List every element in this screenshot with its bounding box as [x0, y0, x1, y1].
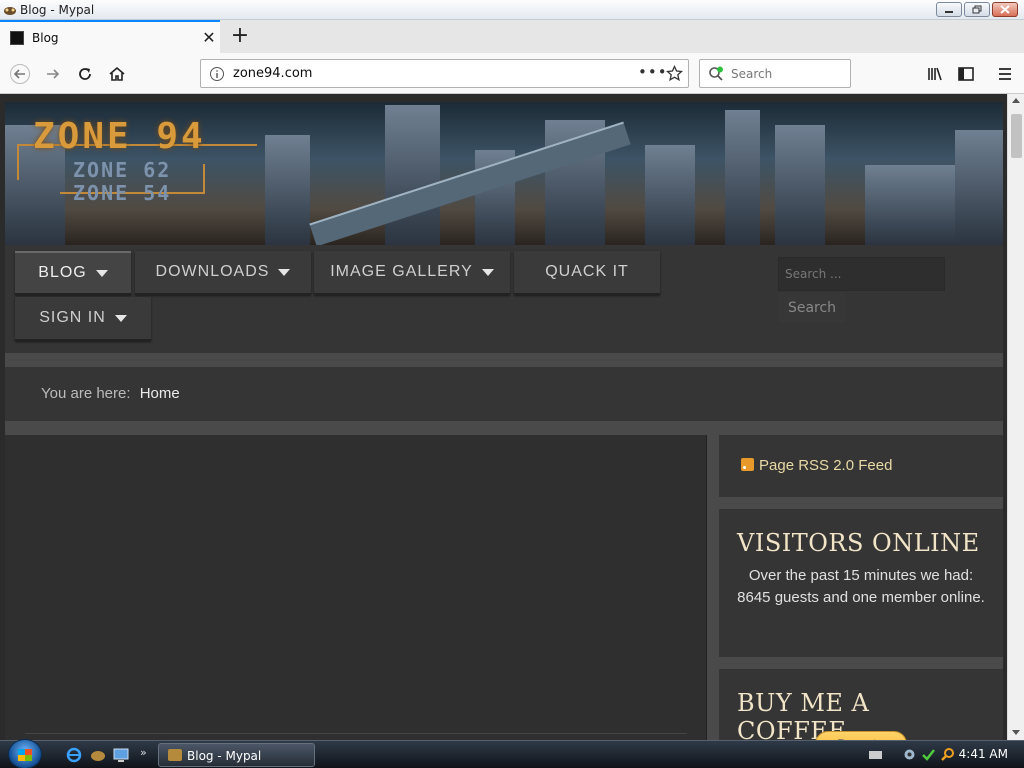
site-search-button[interactable]: Search [778, 293, 846, 323]
library-button[interactable] [922, 61, 948, 87]
restore-button[interactable] [964, 2, 990, 17]
forward-arrow-icon [47, 69, 60, 79]
column-gap [707, 435, 719, 740]
quicklaunch-overflow-icon[interactable]: » [140, 746, 147, 759]
breadcrumb-prefix: You are here: [41, 385, 131, 402]
clock[interactable]: 4:41 AM [959, 747, 1008, 761]
address-bar[interactable]: zone94.com ••• [200, 59, 689, 88]
rss-icon [741, 458, 754, 471]
menu-label: QUACK IT [545, 263, 629, 280]
main-menu: BLOG DOWNLOADS IMAGE GALLERY QUACK IT SI… [5, 245, 1003, 353]
reload-icon [79, 68, 91, 80]
reload-button[interactable] [72, 61, 98, 87]
mypal-quicklaunch-icon[interactable] [90, 747, 106, 763]
logo-subtitle-1: ZONE 62 [73, 158, 172, 182]
caret-down-icon [278, 268, 291, 276]
menu-item-sign-in[interactable]: SIGN IN [15, 297, 151, 341]
forward-button[interactable] [40, 61, 66, 87]
restore-icon [972, 5, 982, 14]
window-title-bar: Blog - Mypal [0, 0, 1024, 20]
task-label: Blog - Mypal [187, 749, 262, 763]
visitors-title: VISITORS ONLINE [737, 529, 980, 557]
library-icon [928, 67, 942, 81]
breadcrumb: You are here: Home [5, 367, 1003, 421]
menu-item-blog[interactable]: BLOG [15, 251, 131, 295]
url-text[interactable]: zone94.com [233, 66, 312, 81]
menu-label: IMAGE GALLERY [330, 263, 473, 280]
mypal-app-icon [168, 749, 182, 761]
visitors-online-module: VISITORS ONLINE Over the past 15 minutes… [719, 509, 1003, 657]
scroll-up-icon[interactable] [1012, 98, 1020, 103]
taskbar-item-blog-mypal[interactable]: Blog - Mypal [158, 743, 315, 767]
minimize-icon [945, 10, 953, 13]
menu-item-image-gallery[interactable]: IMAGE GALLERY [314, 251, 510, 295]
caret-down-icon [95, 269, 108, 277]
donate-button[interactable]: Donate [815, 731, 907, 740]
sidebar-icon [958, 67, 974, 81]
divider [719, 497, 1003, 509]
menu-item-quack-it[interactable]: QUACK IT [514, 251, 660, 295]
site-header-banner: ZONE 94 ZONE 62 ZONE 54 [5, 102, 1003, 245]
favicon [10, 30, 24, 45]
back-arrow-icon [10, 64, 30, 84]
close-icon [1000, 5, 1010, 14]
scroll-thumb[interactable] [1011, 114, 1022, 158]
divider [5, 421, 1003, 435]
navigation-toolbar: zone94.com ••• Search [0, 53, 1024, 94]
tab-label: Blog [32, 30, 59, 45]
search-tray-icon[interactable] [940, 747, 955, 762]
close-window-button[interactable] [992, 2, 1018, 17]
site-logo[interactable]: ZONE 94 [33, 116, 206, 157]
window-title: Blog - Mypal [20, 3, 95, 17]
logo-subtitle-2: ZONE 54 [73, 181, 172, 205]
caret-down-icon [481, 268, 494, 276]
search-placeholder: Search [731, 67, 773, 81]
main-content [5, 435, 707, 740]
breadcrumb-current: Home [139, 385, 180, 402]
content-divider [25, 733, 687, 734]
search-engine-icon [709, 66, 723, 81]
back-button[interactable] [7, 61, 33, 87]
menu-item-downloads[interactable]: DOWNLOADS [135, 251, 311, 295]
minimize-button[interactable] [936, 2, 962, 17]
home-icon [109, 66, 125, 81]
tab-blog[interactable]: Blog ✕ [0, 20, 220, 53]
settings-gear-icon[interactable] [902, 747, 917, 762]
menu-label: BLOG [38, 264, 87, 281]
menu-label: DOWNLOADS [155, 263, 270, 280]
page-actions-icon[interactable]: ••• [638, 63, 668, 81]
divider [5, 353, 1003, 367]
show-desktop-icon[interactable] [113, 747, 129, 763]
home-button[interactable] [104, 61, 130, 87]
keyboard-icon[interactable] [868, 747, 883, 762]
vertical-scrollbar[interactable] [1007, 94, 1024, 740]
hamburger-menu-icon [999, 68, 1011, 80]
close-tab-icon[interactable]: ✕ [198, 28, 220, 47]
system-tray: 4:41 AM [864, 741, 1024, 768]
taskbar: » Blog - Mypal 4:41 AM [0, 739, 1024, 768]
mypal-app-icon [4, 7, 16, 15]
browser-search-bar[interactable]: Search [699, 59, 851, 88]
site-info-icon[interactable] [209, 66, 225, 82]
site-search-input[interactable]: Search ... [778, 257, 945, 291]
bookmark-star-icon[interactable] [666, 65, 683, 82]
rss-feed-module: Page RSS 2.0 Feed [719, 435, 1003, 497]
visitors-text: Over the past 15 minutes we had: 8645 gu… [737, 567, 985, 606]
tab-strip: Blog ✕ + [0, 20, 1024, 53]
start-button[interactable] [8, 739, 42, 768]
internet-explorer-icon[interactable] [66, 747, 82, 763]
menu-label: SIGN IN [39, 309, 106, 326]
menu-button[interactable] [992, 61, 1018, 87]
network-check-icon[interactable] [921, 747, 936, 762]
caret-down-icon [114, 314, 127, 322]
new-tab-button[interactable]: + [228, 24, 252, 48]
divider [719, 657, 1003, 669]
buy-me-a-coffee-module: BUY ME A COFFEE Donate [719, 669, 1003, 740]
sidebar-button[interactable] [953, 61, 979, 87]
page: ZONE 94 ZONE 62 ZONE 54 BLOG DOWNLOADS I… [5, 102, 1003, 740]
rss-feed-link[interactable]: Page RSS 2.0 Feed [759, 457, 892, 474]
web-content-area: ZONE 94 ZONE 62 ZONE 54 BLOG DOWNLOADS I… [0, 94, 1024, 740]
scroll-down-icon[interactable] [1012, 730, 1020, 735]
